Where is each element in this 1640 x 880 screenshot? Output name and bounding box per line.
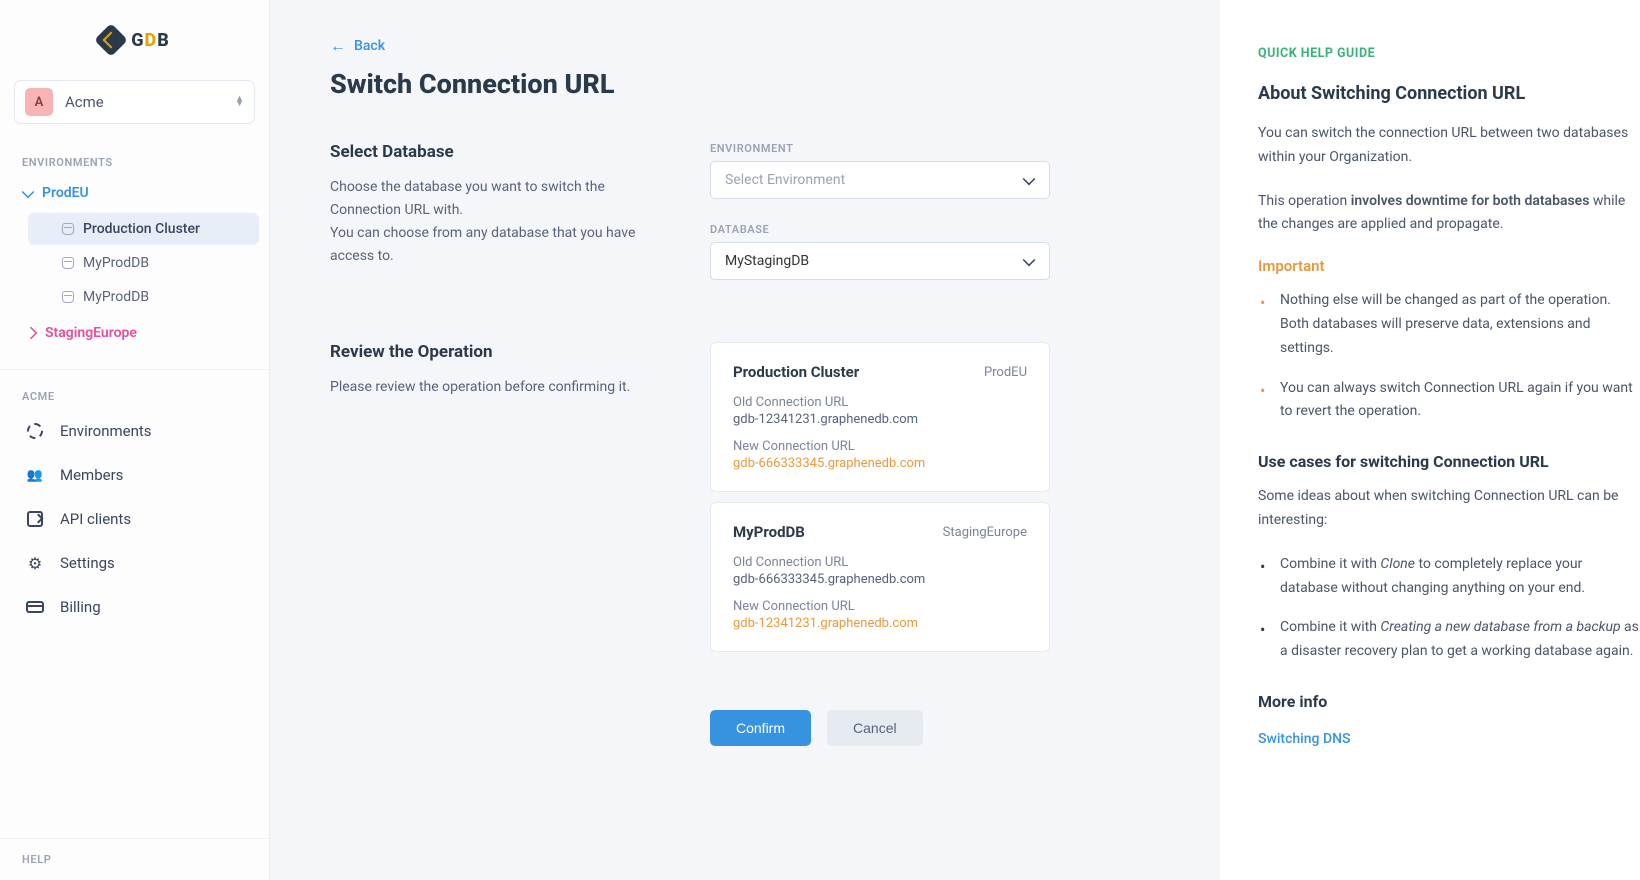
back-link[interactable]: Back <box>330 36 385 56</box>
help-important-heading: Important <box>1258 257 1640 275</box>
database-icon <box>62 291 74 303</box>
logo-text: GDB <box>131 30 170 51</box>
database-field-label: DATABASE <box>710 223 1050 236</box>
nav-label: Members <box>60 466 123 484</box>
old-url-value: gdb-666333345.graphenedb.com <box>733 572 1027 587</box>
org-selector[interactable]: A Acme ▲▼ <box>14 80 255 124</box>
environment-select[interactable]: Select Environment <box>710 161 1050 199</box>
review-db-env: StagingEurope <box>943 525 1027 540</box>
nav-environments[interactable]: Environments <box>0 409 269 453</box>
api-icon <box>26 510 44 528</box>
review-db-env: ProdEU <box>984 365 1027 380</box>
db-myproddb-1[interactable]: MyProdDB <box>28 247 259 279</box>
select-db-desc-2: You can choose from any database that yo… <box>330 222 640 268</box>
form-actions: Confirm Cancel <box>710 710 1164 746</box>
select-db-heading: Select Database <box>330 142 640 162</box>
members-icon <box>26 466 44 484</box>
database-icon <box>62 223 74 235</box>
review-db-name: MyProdDB <box>733 523 805 541</box>
select-db-desc-1: Choose the database you want to switch t… <box>330 176 640 222</box>
help-usecase-item: Combine it with Clone to completely repl… <box>1258 553 1640 601</box>
help-downtime: This operation involves downtime for bot… <box>1258 190 1640 238</box>
help-link-switching-dns[interactable]: Switching DNS <box>1258 731 1351 747</box>
new-url-value: gdb-12341231.graphenedb.com <box>733 616 1027 631</box>
database-select-value: MyStagingDB <box>725 253 809 269</box>
nav-label: Environments <box>60 422 152 440</box>
help-kicker: QUICK HELP GUIDE <box>1258 46 1640 61</box>
help-title: About Switching Connection URL <box>1258 83 1640 104</box>
old-url-label: Old Connection URL <box>733 395 1027 410</box>
logo[interactable]: GDB <box>0 0 269 72</box>
sidebar-org-label: ACME <box>0 390 269 403</box>
help-usecases-list: Combine it with Clone to completely repl… <box>1258 553 1640 664</box>
org-badge: A <box>25 88 53 116</box>
help-panel: QUICK HELP GUIDE About Switching Connect… <box>1220 0 1640 880</box>
chevron-right-icon <box>25 327 38 340</box>
db-myproddb-2[interactable]: MyProdDB <box>28 281 259 313</box>
nav-billing[interactable]: Billing <box>0 585 269 629</box>
environment-field-label: ENVIRONMENT <box>710 142 1050 155</box>
help-important-list: Nothing else will be changed as part of … <box>1258 289 1640 424</box>
db-label: MyProdDB <box>83 289 149 305</box>
new-url-label: New Connection URL <box>733 439 1027 454</box>
environment-select-value: Select Environment <box>725 172 845 188</box>
sidebar-environments-label: ENVIRONMENTS <box>0 156 269 169</box>
arrow-left-icon <box>330 36 346 56</box>
back-label: Back <box>354 38 385 54</box>
org-name: Acme <box>65 93 223 111</box>
sidebar-help-label[interactable]: HELP <box>0 838 269 880</box>
chevron-down-icon <box>1023 253 1036 266</box>
env-label: StagingEurope <box>45 325 137 341</box>
help-moreinfo-heading: More info <box>1258 692 1640 711</box>
chevron-down-icon <box>22 185 35 198</box>
review-heading: Review the Operation <box>330 342 640 362</box>
env-prodeu[interactable]: ProdEU <box>0 175 269 211</box>
main-content: Back Switch Connection URL Select Databa… <box>270 0 1220 880</box>
help-usecases-heading: Use cases for switching Connection URL <box>1258 452 1640 471</box>
section-select-database: Select Database Choose the database you … <box>330 142 1164 304</box>
env-prodeu-children: Production Cluster MyProdDB MyProdDB <box>0 211 269 315</box>
help-usecase-item: Combine it with Creating a new database … <box>1258 616 1640 664</box>
billing-icon <box>26 598 44 616</box>
db-production-cluster[interactable]: Production Cluster <box>28 213 259 245</box>
nav-label: API clients <box>60 510 131 528</box>
env-stagingeurope[interactable]: StagingEurope <box>0 315 269 351</box>
nav-api-clients[interactable]: API clients <box>0 497 269 541</box>
env-label: ProdEU <box>42 185 89 201</box>
environments-icon <box>26 422 44 440</box>
new-url-value: gdb-666333345.graphenedb.com <box>733 456 1027 471</box>
logo-icon <box>94 23 128 57</box>
help-important-item: You can always switch Connection URL aga… <box>1258 377 1640 425</box>
section-review: Review the Operation Please review the o… <box>330 342 1164 662</box>
up-down-icon: ▲▼ <box>235 97 244 107</box>
review-desc: Please review the operation before confi… <box>330 376 640 399</box>
nav-settings[interactable]: Settings <box>0 541 269 585</box>
review-card-2: MyProdDB StagingEurope Old Connection UR… <box>710 502 1050 652</box>
confirm-button[interactable]: Confirm <box>710 710 811 746</box>
db-label: MyProdDB <box>83 255 149 271</box>
review-card-1: Production Cluster ProdEU Old Connection… <box>710 342 1050 492</box>
gear-icon <box>26 554 44 572</box>
help-important-item: Nothing else will be changed as part of … <box>1258 289 1640 360</box>
old-url-label: Old Connection URL <box>733 555 1027 570</box>
divider <box>0 369 269 370</box>
nav-label: Billing <box>60 598 101 616</box>
database-select[interactable]: MyStagingDB <box>710 242 1050 280</box>
old-url-value: gdb-12341231.graphenedb.com <box>733 412 1027 427</box>
nav-members[interactable]: Members <box>0 453 269 497</box>
chevron-down-icon <box>1023 172 1036 185</box>
database-icon <box>62 257 74 269</box>
review-db-name: Production Cluster <box>733 363 859 381</box>
new-url-label: New Connection URL <box>733 599 1027 614</box>
cancel-button[interactable]: Cancel <box>827 710 923 746</box>
help-intro: You can switch the connection URL betwee… <box>1258 122 1640 170</box>
page-title: Switch Connection URL <box>330 68 1164 100</box>
nav-label: Settings <box>60 554 115 572</box>
db-label: Production Cluster <box>83 221 200 237</box>
help-usecases-intro: Some ideas about when switching Connecti… <box>1258 485 1640 533</box>
sidebar: GDB A Acme ▲▼ ENVIRONMENTS ProdEU Produc… <box>0 0 270 880</box>
